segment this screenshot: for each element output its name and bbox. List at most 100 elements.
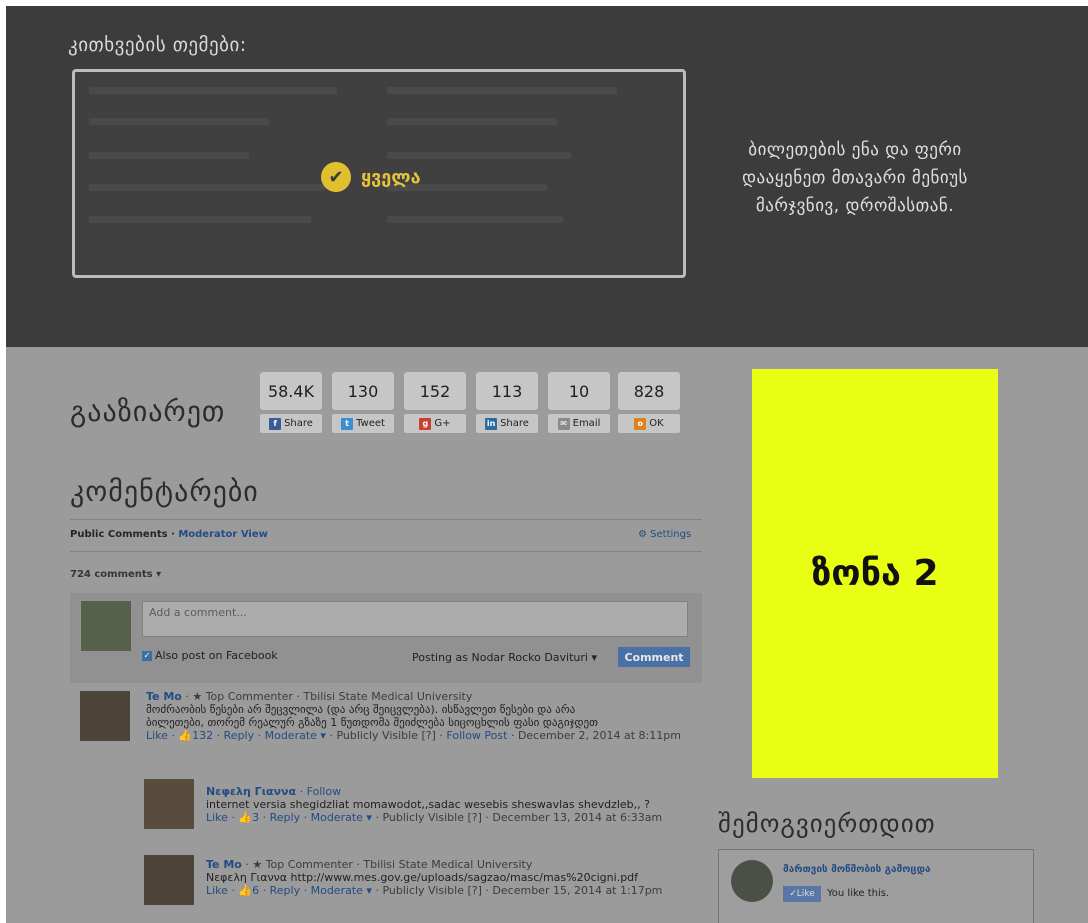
share-google-plus[interactable]: 152 g G+ [404,372,466,433]
topics-panel: კითხვების თემები: ✔ ყველა ბილეთების ენა … [6,6,1088,347]
reply-link[interactable]: · Reply [263,884,300,897]
share-label: Email [572,418,601,429]
thumbs-up-icon: · 👍 [171,729,193,742]
share-button[interactable]: f Share [260,414,322,433]
commenter-badge: · ★ Top Commenter · Tbilisi State Medica… [185,690,473,703]
checkbox-icon: ✓ [142,650,152,661]
topic-item[interactable] [387,216,563,223]
tab-public-comments[interactable]: Public Comments [70,529,168,540]
email-icon: ✉ [557,417,570,430]
divider [70,551,702,552]
like-link[interactable]: Like [206,811,228,824]
language-note: ბილეთების ენა და ფერი დააყენეთ მთავარი მ… [742,140,968,216]
comment-reply: Νεφελη Γιαννα · Follow internet versia s… [206,785,706,824]
share-heading: გააზიარეთ [70,395,226,428]
gear-icon: ⚙ [638,529,651,540]
topic-item[interactable] [89,152,249,159]
topic-item[interactable] [89,87,337,94]
share-linkedin[interactable]: 113 in Share [476,372,538,433]
thumbs-up-icon: · 👍 [231,884,253,897]
comment-reply: Te Mo · ★ Top Commenter · Tbilisi State … [206,858,706,897]
page-frame: კითხვების თემები: ✔ ყველა ბილეთების ენა … [6,6,1088,923]
like-count: 132 [192,729,214,742]
ad-zone[interactable]: ზონა 2 [752,369,998,778]
settings-link[interactable]: ⚙ Settings [638,529,691,540]
share-button[interactable]: ✉ Email [548,414,610,433]
comment-text: მოძრაობის წესები არ შეცვლილა (და არც შეი… [146,703,576,716]
topics-selector[interactable]: ✔ ყველა [72,69,686,278]
follow-post-link[interactable]: Follow Post [446,729,507,742]
comment-date[interactable]: December 15, 2014 at 1:17pm [492,884,662,897]
share-button[interactable]: o OK [618,414,680,433]
share-odnoklassniki[interactable]: 828 o OK [618,372,680,433]
like-button[interactable]: ✓ Like [783,886,821,902]
twitter-icon: t [341,417,354,430]
moderate-link[interactable]: · Moderate ▾ [258,729,326,742]
share-label: Share [284,418,313,429]
like-label: Like [796,889,815,899]
share-label: Tweet [356,418,385,429]
checkmark-icon: ✔ [321,162,351,192]
likes-text: You like this. [827,888,890,899]
comments-count[interactable]: 724 comments ▾ [70,569,161,580]
comment-text: internet versia shegidzliat momawodot,,s… [206,798,650,811]
moderate-link[interactable]: · Moderate ▾ [304,811,372,824]
facebook-page-name[interactable]: მართვის მოწმობის გამოცდა [783,864,931,875]
moderate-link[interactable]: · Moderate ▾ [304,884,372,897]
share-count: 130 [332,372,394,410]
reply-link[interactable]: · Reply [263,811,300,824]
odnoklassniki-icon: o [634,417,647,430]
comment-date[interactable]: December 13, 2014 at 6:33am [492,811,662,824]
comment-composer: Add a comment... ✓ Also post on Facebook… [70,593,702,683]
thumbs-up-icon: · 👍 [231,811,253,824]
divider [70,519,702,520]
topics-title: კითხვების თემები: [68,34,247,56]
avatar [81,601,131,651]
avatar [80,691,130,741]
share-label: G+ [434,418,451,429]
tab-moderator-view[interactable]: Moderator View [178,529,268,540]
share-label: Share [500,418,529,429]
comment-author[interactable]: Te Mo [206,858,242,871]
comment-author[interactable]: Νεφελη Γιαννα [206,785,296,798]
like-link[interactable]: Like [206,884,228,897]
share-label: OK [649,418,664,429]
posting-as[interactable]: Posting as Nodar Rocko Davituri ▾ [412,651,597,664]
share-button[interactable]: t Tweet [332,414,394,433]
comments-count-label: 724 comments [70,569,153,580]
share-email[interactable]: 10 ✉ Email [548,372,610,433]
checkmark-icon: ✓ [789,889,797,899]
topic-item[interactable] [89,118,269,125]
settings-label: Settings [650,529,692,540]
google-plus-icon: g [419,417,432,430]
comments-heading: კომენტარები [70,475,259,508]
share-button[interactable]: g G+ [404,414,466,433]
topic-item[interactable] [387,118,557,125]
comment-date[interactable]: · December 2, 2014 at 8:11pm [511,729,681,742]
topic-item[interactable] [387,87,617,94]
comment-author[interactable]: Te Mo [146,690,182,703]
page-logo[interactable] [731,860,773,902]
comment-input[interactable]: Add a comment... [142,601,688,637]
comment-text: ბილეთები, თორემ რეალურ გზაზე 1 წუთდომა შ… [146,716,598,729]
linkedin-icon: in [485,417,498,430]
topic-item[interactable] [387,152,571,159]
follow-link[interactable]: · Follow [300,785,342,798]
comments-tabs: Public Comments · Moderator View [70,529,268,540]
avatar [144,855,194,905]
like-link[interactable]: Like [146,729,168,742]
share-count: 113 [476,372,538,410]
reply-link[interactable]: · Reply [217,729,254,742]
chevron-down-icon: ▾ [156,569,162,580]
also-post-facebook-checkbox[interactable]: ✓ Also post on Facebook [142,649,278,662]
select-all-button[interactable]: ✔ ყველა [321,162,421,192]
share-twitter[interactable]: 130 t Tweet [332,372,394,433]
topic-item[interactable] [89,216,311,223]
topic-item[interactable] [89,184,325,191]
comment-button[interactable]: Comment [618,647,690,667]
comment-text: Νεφελη Γιαννα http://www.mes.gov.ge/uplo… [206,871,639,884]
share-button[interactable]: in Share [476,414,538,433]
share-facebook[interactable]: 58.4K f Share [260,372,322,433]
visibility: · Publicly Visible [?] · [329,729,443,742]
share-count: 10 [548,372,610,410]
